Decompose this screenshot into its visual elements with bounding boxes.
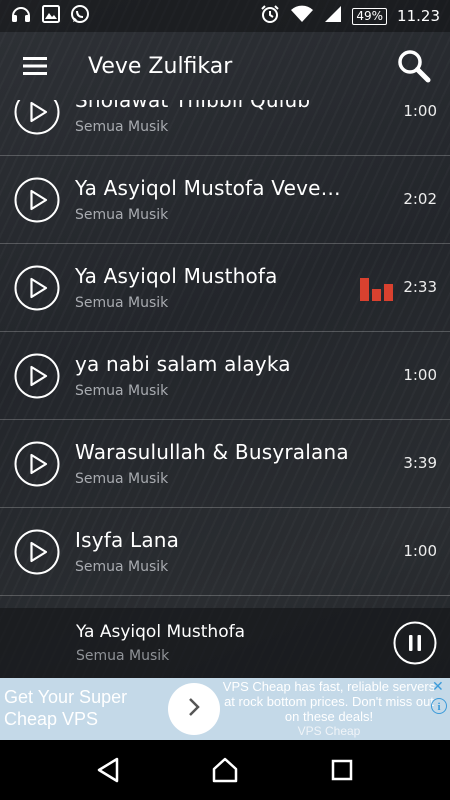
track-list[interactable]: Sholawat Thibbil Qulub Semua Musik 1:00 … [0, 100, 450, 608]
track-title: Ya Asyiqol Musthofa [75, 264, 278, 288]
play-icon[interactable] [14, 353, 60, 399]
wifi-icon [290, 5, 314, 27]
track-subtitle: Semua Musik [75, 383, 169, 399]
track-duration: 1:00 [403, 542, 437, 560]
whatsapp-icon [70, 4, 90, 28]
menu-icon[interactable] [20, 51, 50, 81]
track-row[interactable]: ya nabi salam alayka Semua Musik 1:00 [0, 332, 450, 420]
track-title: Ya Asyiqol Mustofa Veve… [75, 176, 341, 200]
track-row[interactable]: Sholawat Thibbil Qulub Semua Musik 1:00 [0, 100, 450, 156]
track-subtitle: Semua Musik [75, 119, 169, 135]
ad-source: VPS Cheap [297, 724, 361, 738]
now-playing-subtitle: Semua Musik [76, 648, 170, 664]
image-icon [42, 5, 60, 27]
play-icon[interactable] [14, 265, 60, 311]
ad-body: VPS Cheap has fast, reliable servers at … [222, 679, 436, 724]
status-right: 49% 11.23 [260, 4, 440, 28]
now-playing-title: Ya Asyiqol Musthofa [76, 622, 245, 642]
track-duration: 1:00 [403, 366, 437, 384]
track-title: Warasulullah & Busyralana [75, 440, 349, 464]
alarm-icon [260, 4, 280, 28]
track-row[interactable]: Ya Asyiqol Musthofa Semua Musik 2:33 [0, 244, 450, 332]
track-subtitle: Semua Musik [75, 295, 169, 311]
ad-body-wrap[interactable]: VPS Cheap has fast, reliable servers at … [222, 679, 436, 739]
track-duration: 2:33 [403, 278, 437, 296]
search-icon[interactable] [396, 48, 432, 84]
play-icon[interactable] [14, 177, 60, 223]
info-icon[interactable]: i [431, 698, 447, 714]
track-row[interactable]: Isyfa Lana Semua Musik 1:00 [0, 508, 450, 596]
track-list-inner: Sholawat Thibbil Qulub Semua Musik 1:00 … [0, 100, 450, 596]
play-icon[interactable] [14, 529, 60, 575]
track-duration: 2:02 [403, 190, 437, 208]
equalizer-icon [359, 275, 395, 301]
ad-arrow-button[interactable] [168, 683, 220, 735]
track-title: Isyfa Lana [75, 528, 180, 552]
app-bar: Veve Zulfikar [0, 32, 450, 100]
status-left [10, 4, 90, 28]
status-bar: 49% 11.23 [0, 0, 450, 32]
battery-indicator: 49% [352, 7, 388, 25]
close-icon[interactable]: ✕ [432, 680, 446, 694]
headset-icon [10, 4, 32, 28]
track-subtitle: Semua Musik [75, 471, 169, 487]
navigation-bar [0, 740, 450, 800]
now-playing-bar[interactable]: Ya Asyiqol Musthofa Semua Musik [0, 608, 450, 678]
screen: 49% 11.23 Veve Zulfikar Sholawat Thibbil… [0, 0, 450, 800]
track-row[interactable]: Ya Asyiqol Mustofa Veve… Semua Musik 2:0… [0, 156, 450, 244]
home-icon[interactable] [205, 750, 245, 790]
recent-apps-icon[interactable] [322, 750, 362, 790]
track-subtitle: Semua Musik [75, 559, 169, 575]
ad-banner[interactable]: Get Your Super Cheap VPS VPS Cheap has f… [0, 678, 450, 740]
track-subtitle: Semua Musik [75, 207, 169, 223]
track-row[interactable]: Warasulullah & Busyralana Semua Musik 3:… [0, 420, 450, 508]
pause-icon[interactable] [393, 621, 437, 665]
track-title: Sholawat Thibbil Qulub [75, 100, 311, 112]
play-icon[interactable] [14, 441, 60, 487]
track-duration: 3:39 [403, 454, 437, 472]
play-icon[interactable] [14, 100, 60, 135]
page-title: Veve Zulfikar [88, 53, 233, 79]
chevron-right-icon [186, 696, 202, 722]
clock: 11.23 [397, 7, 440, 25]
ad-headline[interactable]: Get Your Super Cheap VPS [4, 686, 164, 730]
back-icon[interactable] [88, 750, 128, 790]
signal-icon [324, 5, 342, 27]
track-title: ya nabi salam alayka [75, 352, 291, 376]
track-duration: 1:00 [403, 102, 437, 120]
